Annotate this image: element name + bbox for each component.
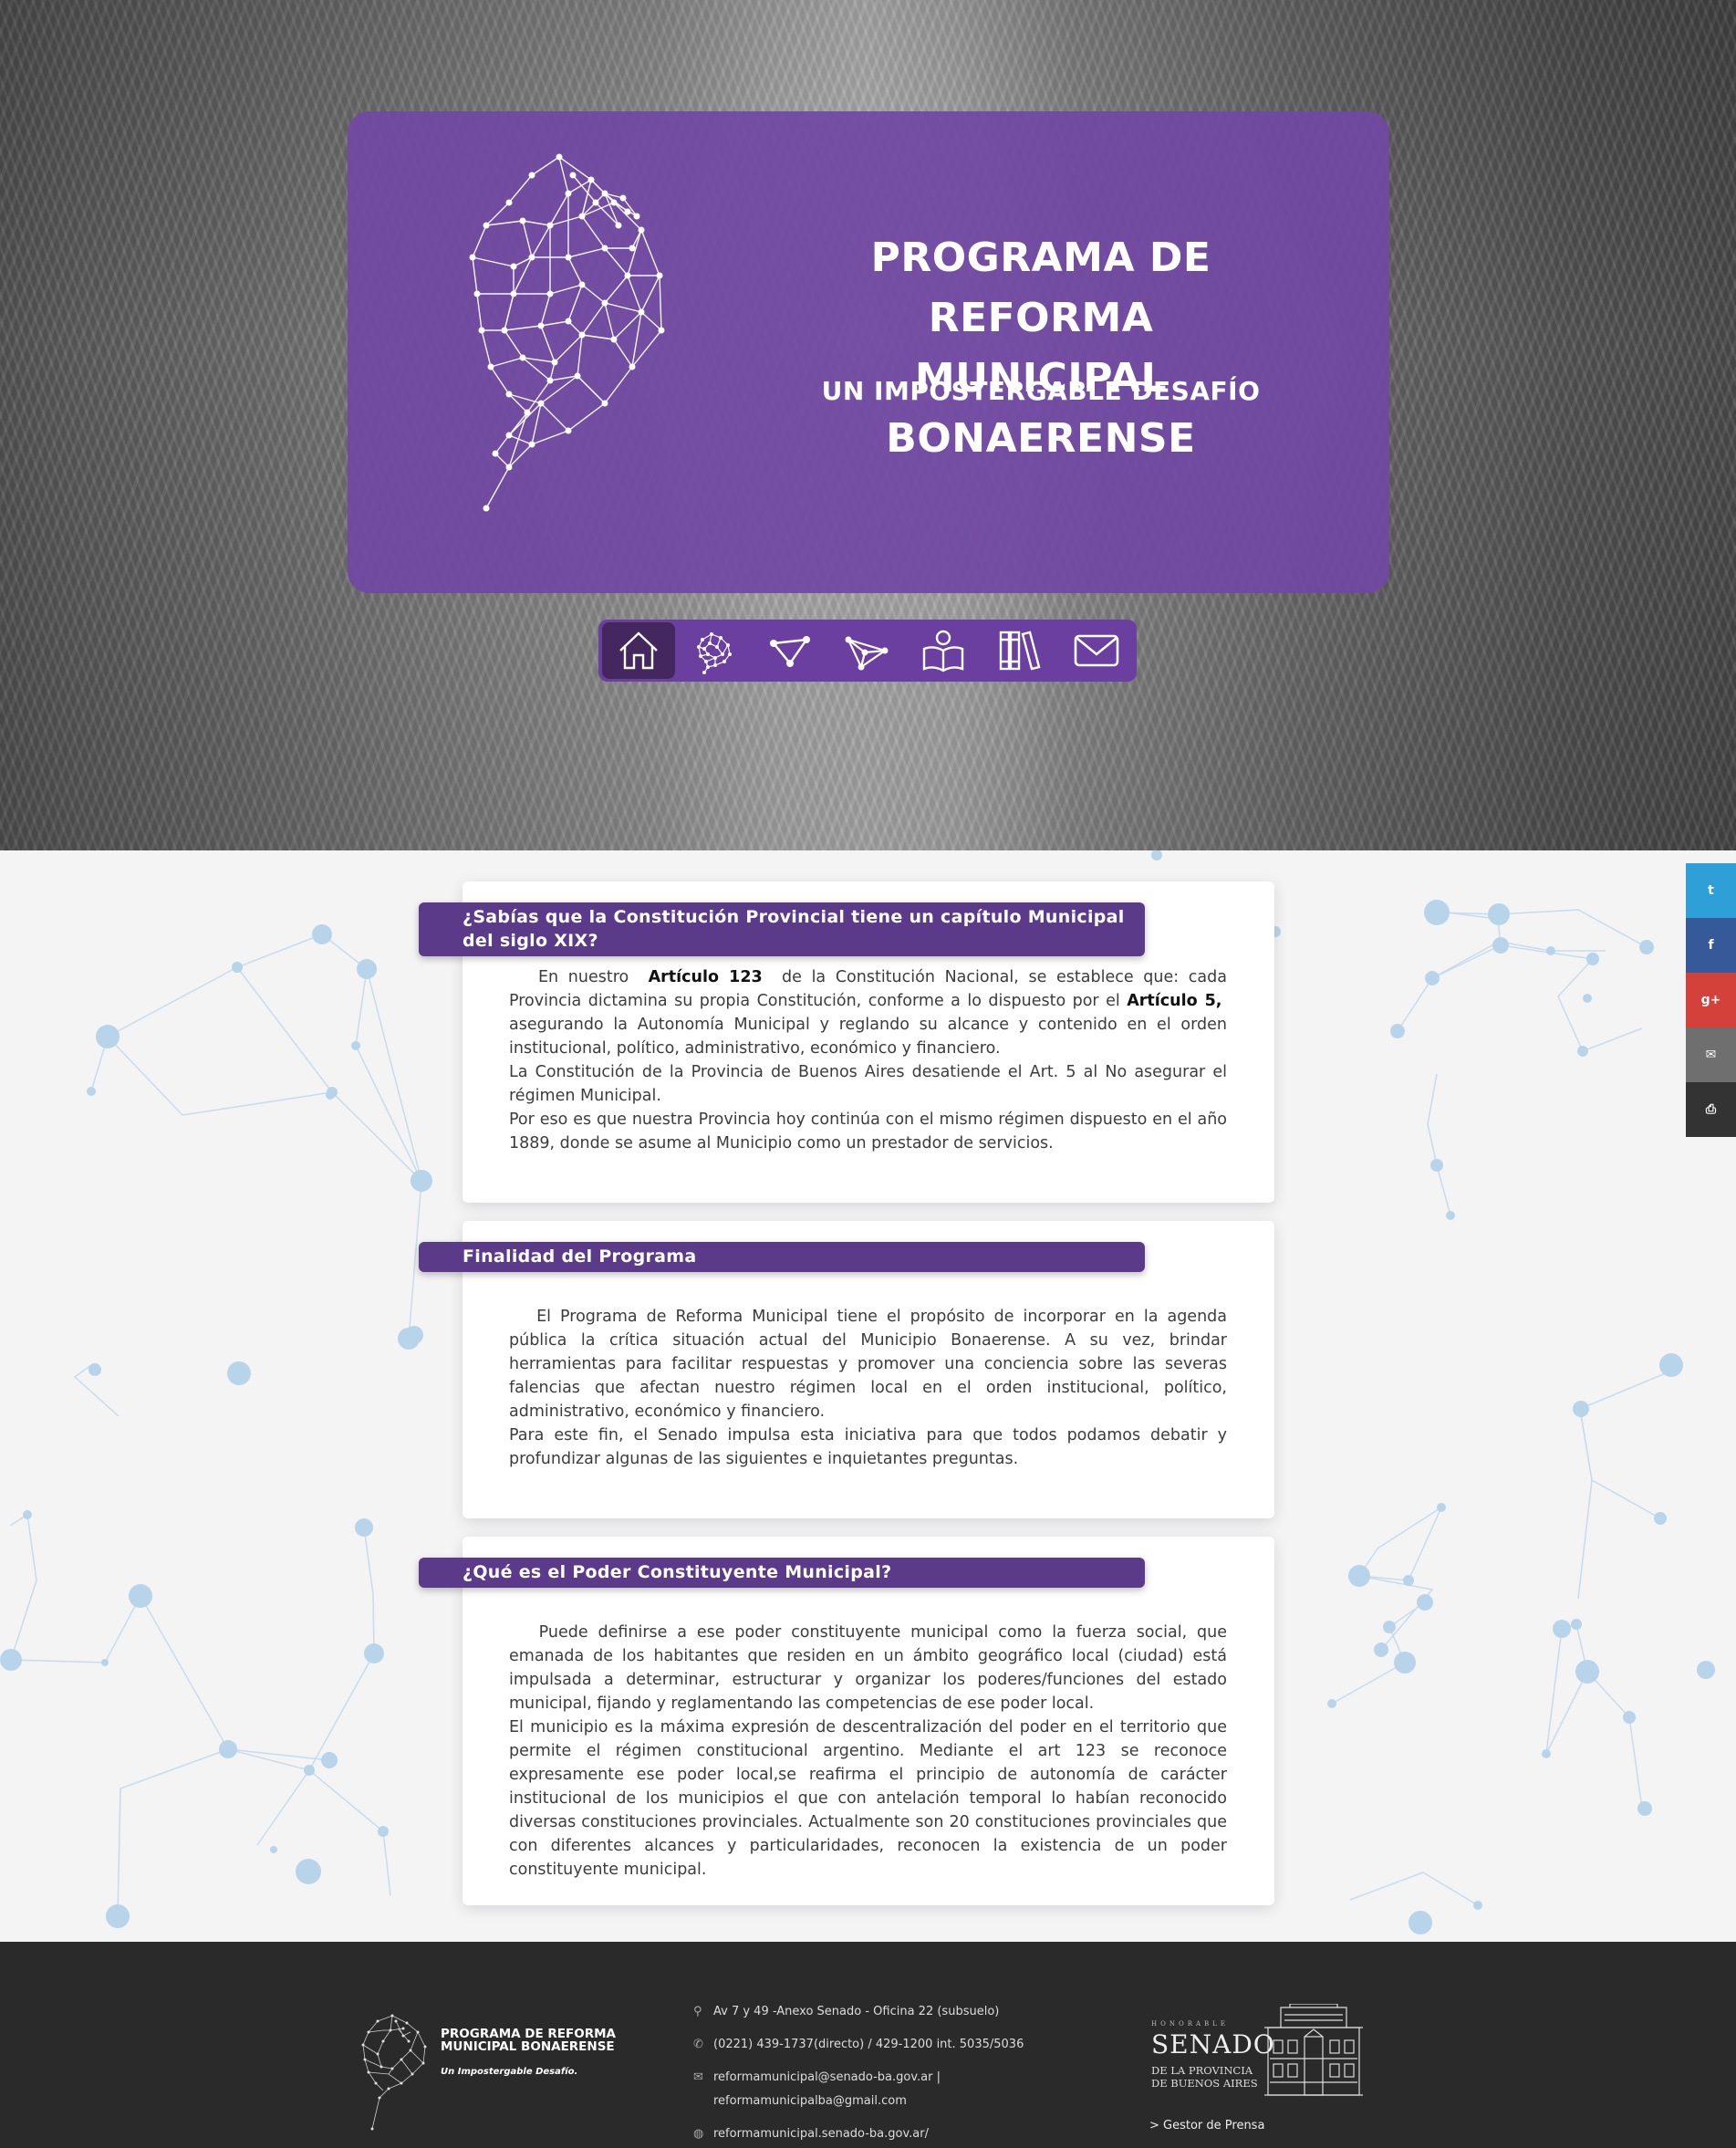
senado-building-icon xyxy=(1264,2004,1363,2096)
footer-map-icon xyxy=(361,2014,427,2131)
share-email-button[interactable]: ✉ xyxy=(1686,1027,1736,1082)
contact-info: ⚲ Av 7 y 49 -Anexo Senado - Oficina 22 (… xyxy=(693,2000,1040,2148)
email-link-secondary[interactable]: reformamunicipalba@gmail.com xyxy=(713,2094,907,2108)
hero-title: PROGRAMA DE REFORMA MUNICIPAL BONAERENSE xyxy=(776,228,1305,469)
section-paragraph: La Constitución de la Provincia de Bueno… xyxy=(509,1063,1227,1105)
print-icon: ⎙ xyxy=(1705,1102,1717,1117)
section-heading: ¿Sabías que la Constitución Provincial t… xyxy=(419,902,1145,956)
nav-contact[interactable] xyxy=(1058,622,1135,679)
social-share-bar: t f g+ ✉ ⎙ xyxy=(1686,863,1736,1137)
section-card-constitucion: ¿Sabías que la Constitución Provincial t… xyxy=(419,881,1274,1203)
nav-reader[interactable] xyxy=(905,622,982,679)
section-body: En nuestro Artículo 123 de la Constituci… xyxy=(509,965,1227,1155)
text-span: asegurando la Autonomía Municipal y regl… xyxy=(509,1016,1227,1058)
text-span: En nuestro xyxy=(537,968,639,986)
home-icon xyxy=(619,631,658,670)
nav-library[interactable] xyxy=(982,622,1058,679)
article-123-bold: Artículo 123 xyxy=(648,968,763,986)
hero-subtitle: UN IMPOSTERGABLE DESAFÍO xyxy=(821,376,1261,406)
globe-icon: ◍ xyxy=(693,2127,704,2141)
email-icon: ✉ xyxy=(1705,1048,1717,1062)
gestor-de-prensa-link[interactable]: > Gestor de Prensa xyxy=(1149,2119,1264,2132)
footer: PROGRAMA DE REFORMA MUNICIPAL BONAERENSE… xyxy=(0,1942,1736,2148)
section-card-poder-constituyente: ¿Qué es el Poder Constituyente Municipal… xyxy=(419,1537,1274,1905)
text-span: Puede definirse a ese poder constituyent… xyxy=(509,1623,1227,1713)
section-paragraph: El municipio es la máxima expresión de d… xyxy=(509,1718,1227,1879)
article-5-bold: Artículo 5, xyxy=(1127,992,1222,1010)
province-network-map xyxy=(469,153,665,512)
footer-logo-title: PROGRAMA DE REFORMA MUNICIPAL BONAERENSE xyxy=(441,2027,616,2054)
hero-background: PROGRAMA DE REFORMA MUNICIPAL BONAERENSE… xyxy=(0,0,1736,850)
network-triangle-icon xyxy=(770,636,810,667)
email-link-primary[interactable]: reformamunicipal@senado-ba.gov.ar | xyxy=(713,2070,941,2084)
section-body: Puede definirse a ese poder constituyent… xyxy=(509,1621,1227,1882)
website-link[interactable]: reformamunicipal.senado-ba.gov.ar/ xyxy=(713,2122,1040,2146)
email-text: reformamunicipal@senado-ba.gov.ar | refo… xyxy=(713,2066,1040,2113)
text-span: El Programa de Reforma Municipal tiene e… xyxy=(509,1308,1227,1421)
share-twitter-button[interactable]: t xyxy=(1686,863,1736,918)
library-books-icon xyxy=(999,631,1041,671)
share-facebook-button[interactable]: f xyxy=(1686,918,1736,973)
hero-title-line2: MUNICIPAL BONAERENSE xyxy=(886,355,1196,462)
nav-network-triangle[interactable] xyxy=(752,622,828,679)
envelope-icon: ✉ xyxy=(693,2070,703,2084)
envelope-icon xyxy=(1074,634,1119,667)
senado-logo: HONORABLE SENADO DE LA PROVINCIA DE BUEN… xyxy=(1149,2004,1368,2104)
facebook-icon: f xyxy=(1708,938,1714,953)
section-heading: Finalidad del Programa xyxy=(419,1242,1145,1272)
footer-logo-tagline: Un Impostergable Desafío. xyxy=(441,2067,578,2077)
phone-text: (0221) 439-1737(directo) / 429-1200 int.… xyxy=(713,2038,1024,2051)
reader-book-icon xyxy=(922,630,964,673)
section-paragraph: Para este fin, el Senado impulsa esta in… xyxy=(509,1426,1227,1468)
section-paragraph: En nuestro Artículo 123 de la Constituci… xyxy=(509,965,1227,1060)
contact-website: ◍ reformamunicipal.senado-ba.gov.ar/ xyxy=(693,2122,1040,2146)
section-heading: ¿Qué es el Poder Constituyente Municipal… xyxy=(419,1558,1145,1588)
section-card-finalidad: Finalidad del Programa El Programa de Re… xyxy=(419,1221,1274,1518)
nav-home[interactable] xyxy=(602,622,675,679)
hero-title-line1: PROGRAMA DE REFORMA xyxy=(870,235,1211,341)
google-plus-icon: g+ xyxy=(1700,993,1721,1007)
nav-province-map[interactable] xyxy=(675,622,752,679)
section-paragraph: Puede definirse a ese poder constituyent… xyxy=(509,1621,1227,1715)
section-paragraph: El Programa de Reforma Municipal tiene e… xyxy=(509,1305,1227,1423)
section-paragraph: Por eso es que nuestra Provincia hoy con… xyxy=(509,1110,1227,1152)
twitter-icon: t xyxy=(1708,883,1714,898)
network-arrow-icon xyxy=(845,636,889,671)
nav-network-arrow[interactable] xyxy=(828,622,905,679)
phone-icon: ✆ xyxy=(693,2038,703,2051)
section-body: El Programa de Reforma Municipal tiene e… xyxy=(509,1305,1227,1471)
contact-email: ✉ reformamunicipal@senado-ba.gov.ar | re… xyxy=(693,2066,1040,2113)
location-pin-icon: ⚲ xyxy=(693,2005,702,2018)
print-button[interactable]: ⎙ xyxy=(1686,1082,1736,1137)
province-map-icon xyxy=(697,631,732,674)
senado-honorable: HONORABLE xyxy=(1151,2020,1229,2028)
address-text: Av 7 y 49 -Anexo Senado - Oficina 22 (su… xyxy=(713,2005,1000,2018)
senado-name: SENADO xyxy=(1151,2029,1275,2059)
footer-logo: PROGRAMA DE REFORMA MUNICIPAL BONAERENSE… xyxy=(356,2010,657,2138)
share-google-plus-button[interactable]: g+ xyxy=(1686,973,1736,1027)
contact-phone: ✆ (0221) 439-1737(directo) / 429-1200 in… xyxy=(693,2033,1040,2057)
hero-panel: PROGRAMA DE REFORMA MUNICIPAL BONAERENSE… xyxy=(348,111,1389,593)
main-nav xyxy=(598,620,1137,682)
senado-province: DE LA PROVINCIA DE BUENOS AIRES xyxy=(1151,2064,1258,2090)
contact-address: ⚲ Av 7 y 49 -Anexo Senado - Oficina 22 (… xyxy=(693,2000,1040,2024)
